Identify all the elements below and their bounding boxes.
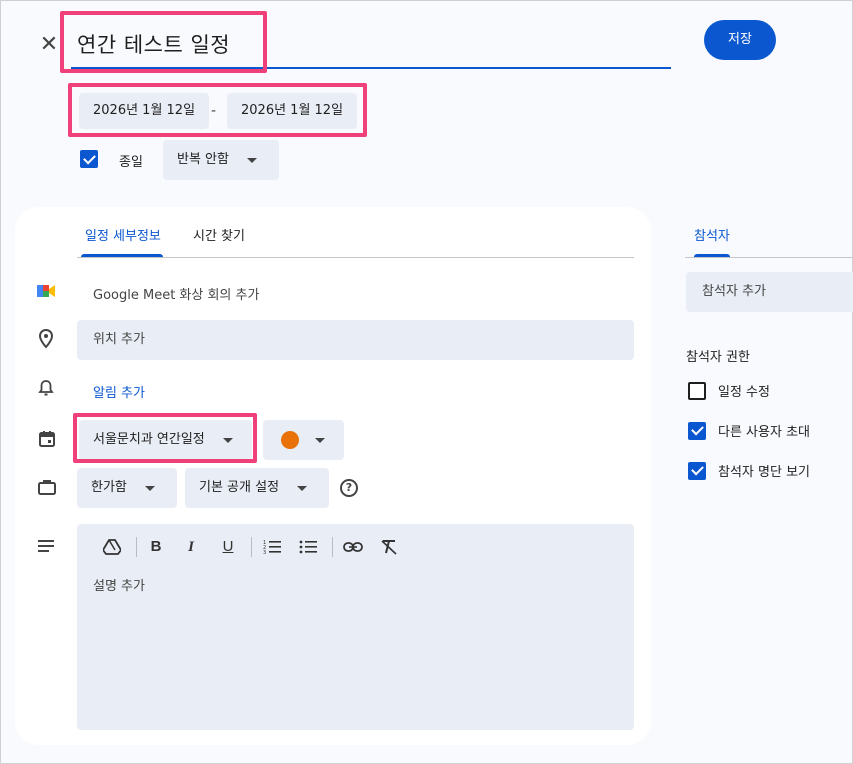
bold-button[interactable]: B (143, 536, 169, 558)
tab-guests[interactable]: 참석자 (694, 225, 730, 244)
add-notification-link[interactable]: 알림 추가 (93, 382, 145, 401)
calendar-name: 서울문치과 연간일정 (93, 432, 205, 447)
description-icon (38, 538, 58, 558)
permission-checkbox[interactable] (688, 381, 706, 400)
toolbar-divider (332, 537, 333, 557)
calendar-select[interactable]: 서울문치과 연간일정 (79, 420, 252, 460)
tabs-divider (77, 257, 634, 258)
link-icon[interactable] (340, 536, 366, 558)
permission-invite-others[interactable]: 다른 사용자 초대 (688, 421, 810, 440)
add-meet-link[interactable]: Google Meet 화상 회의 추가 (93, 284, 259, 303)
permission-modify-event[interactable]: 일정 수정 (688, 381, 770, 400)
permission-checkbox[interactable] (688, 461, 706, 480)
drive-icon[interactable] (99, 536, 125, 558)
date-separator: - (211, 103, 217, 119)
visibility-select[interactable]: 기본 공개 설정 (185, 468, 329, 508)
briefcase-icon (37, 478, 57, 498)
calendar-icon (38, 430, 58, 450)
event-color-swatch (281, 431, 299, 449)
underline-button[interactable]: U (215, 536, 241, 558)
permission-label: 일정 수정 (718, 385, 770, 400)
chevron-down-icon (246, 157, 257, 163)
bulleted-list-icon[interactable] (295, 536, 321, 558)
clear-format-icon[interactable] (376, 536, 402, 558)
toolbar-divider (251, 537, 252, 557)
description-editor[interactable]: B I U 123 설명 추가 (77, 524, 634, 730)
repeat-dropdown[interactable]: 반복 안함 (163, 140, 279, 180)
permission-checkbox[interactable] (688, 421, 706, 440)
close-button[interactable]: ✕ (35, 31, 63, 59)
italic-button[interactable]: I (178, 536, 204, 558)
toolbar-divider (136, 537, 137, 557)
bell-icon (38, 379, 58, 399)
svg-text:3: 3 (263, 550, 266, 555)
permission-see-guest-list[interactable]: 참석자 명단 보기 (688, 461, 810, 480)
chevron-down-icon (144, 485, 155, 491)
end-date[interactable]: 2026년 1월 12일 (227, 93, 358, 129)
event-title: 연간 테스트 일정 (77, 33, 231, 57)
chevron-down-icon (315, 437, 325, 443)
chevron-down-icon (222, 437, 233, 443)
title-input[interactable]: 연간 테스트 일정 (71, 21, 671, 69)
help-icon[interactable]: ? (340, 479, 358, 497)
busy-status-value: 한가함 (91, 480, 127, 495)
permission-label: 참석자 명단 보기 (718, 465, 810, 480)
add-guests-input[interactable]: 참석자 추가 (686, 272, 853, 312)
guest-permissions-label: 참석자 권한 (686, 350, 750, 365)
save-button[interactable]: 저장 (704, 20, 776, 60)
tab-find-time[interactable]: 시간 찾기 (193, 225, 245, 244)
all-day-label: 종일 (119, 155, 143, 170)
google-meet-icon (36, 281, 56, 301)
location-input[interactable]: 위치 추가 (77, 320, 634, 360)
start-date[interactable]: 2026년 1월 12일 (79, 93, 210, 129)
all-day-checkbox[interactable] (80, 150, 98, 168)
description-placeholder: 설명 추가 (93, 579, 145, 594)
busy-status-select[interactable]: 한가함 (77, 468, 177, 508)
tab-event-details[interactable]: 일정 세부정보 (85, 225, 161, 244)
event-color-select[interactable] (263, 420, 344, 460)
visibility-value: 기본 공개 설정 (199, 480, 280, 495)
repeat-value: 반복 안함 (177, 152, 229, 167)
numbered-list-icon[interactable]: 123 (259, 536, 285, 558)
permission-label: 다른 사용자 초대 (718, 425, 810, 440)
guests-divider (685, 257, 853, 258)
location-pin-icon (37, 328, 57, 349)
chevron-down-icon (297, 485, 308, 491)
